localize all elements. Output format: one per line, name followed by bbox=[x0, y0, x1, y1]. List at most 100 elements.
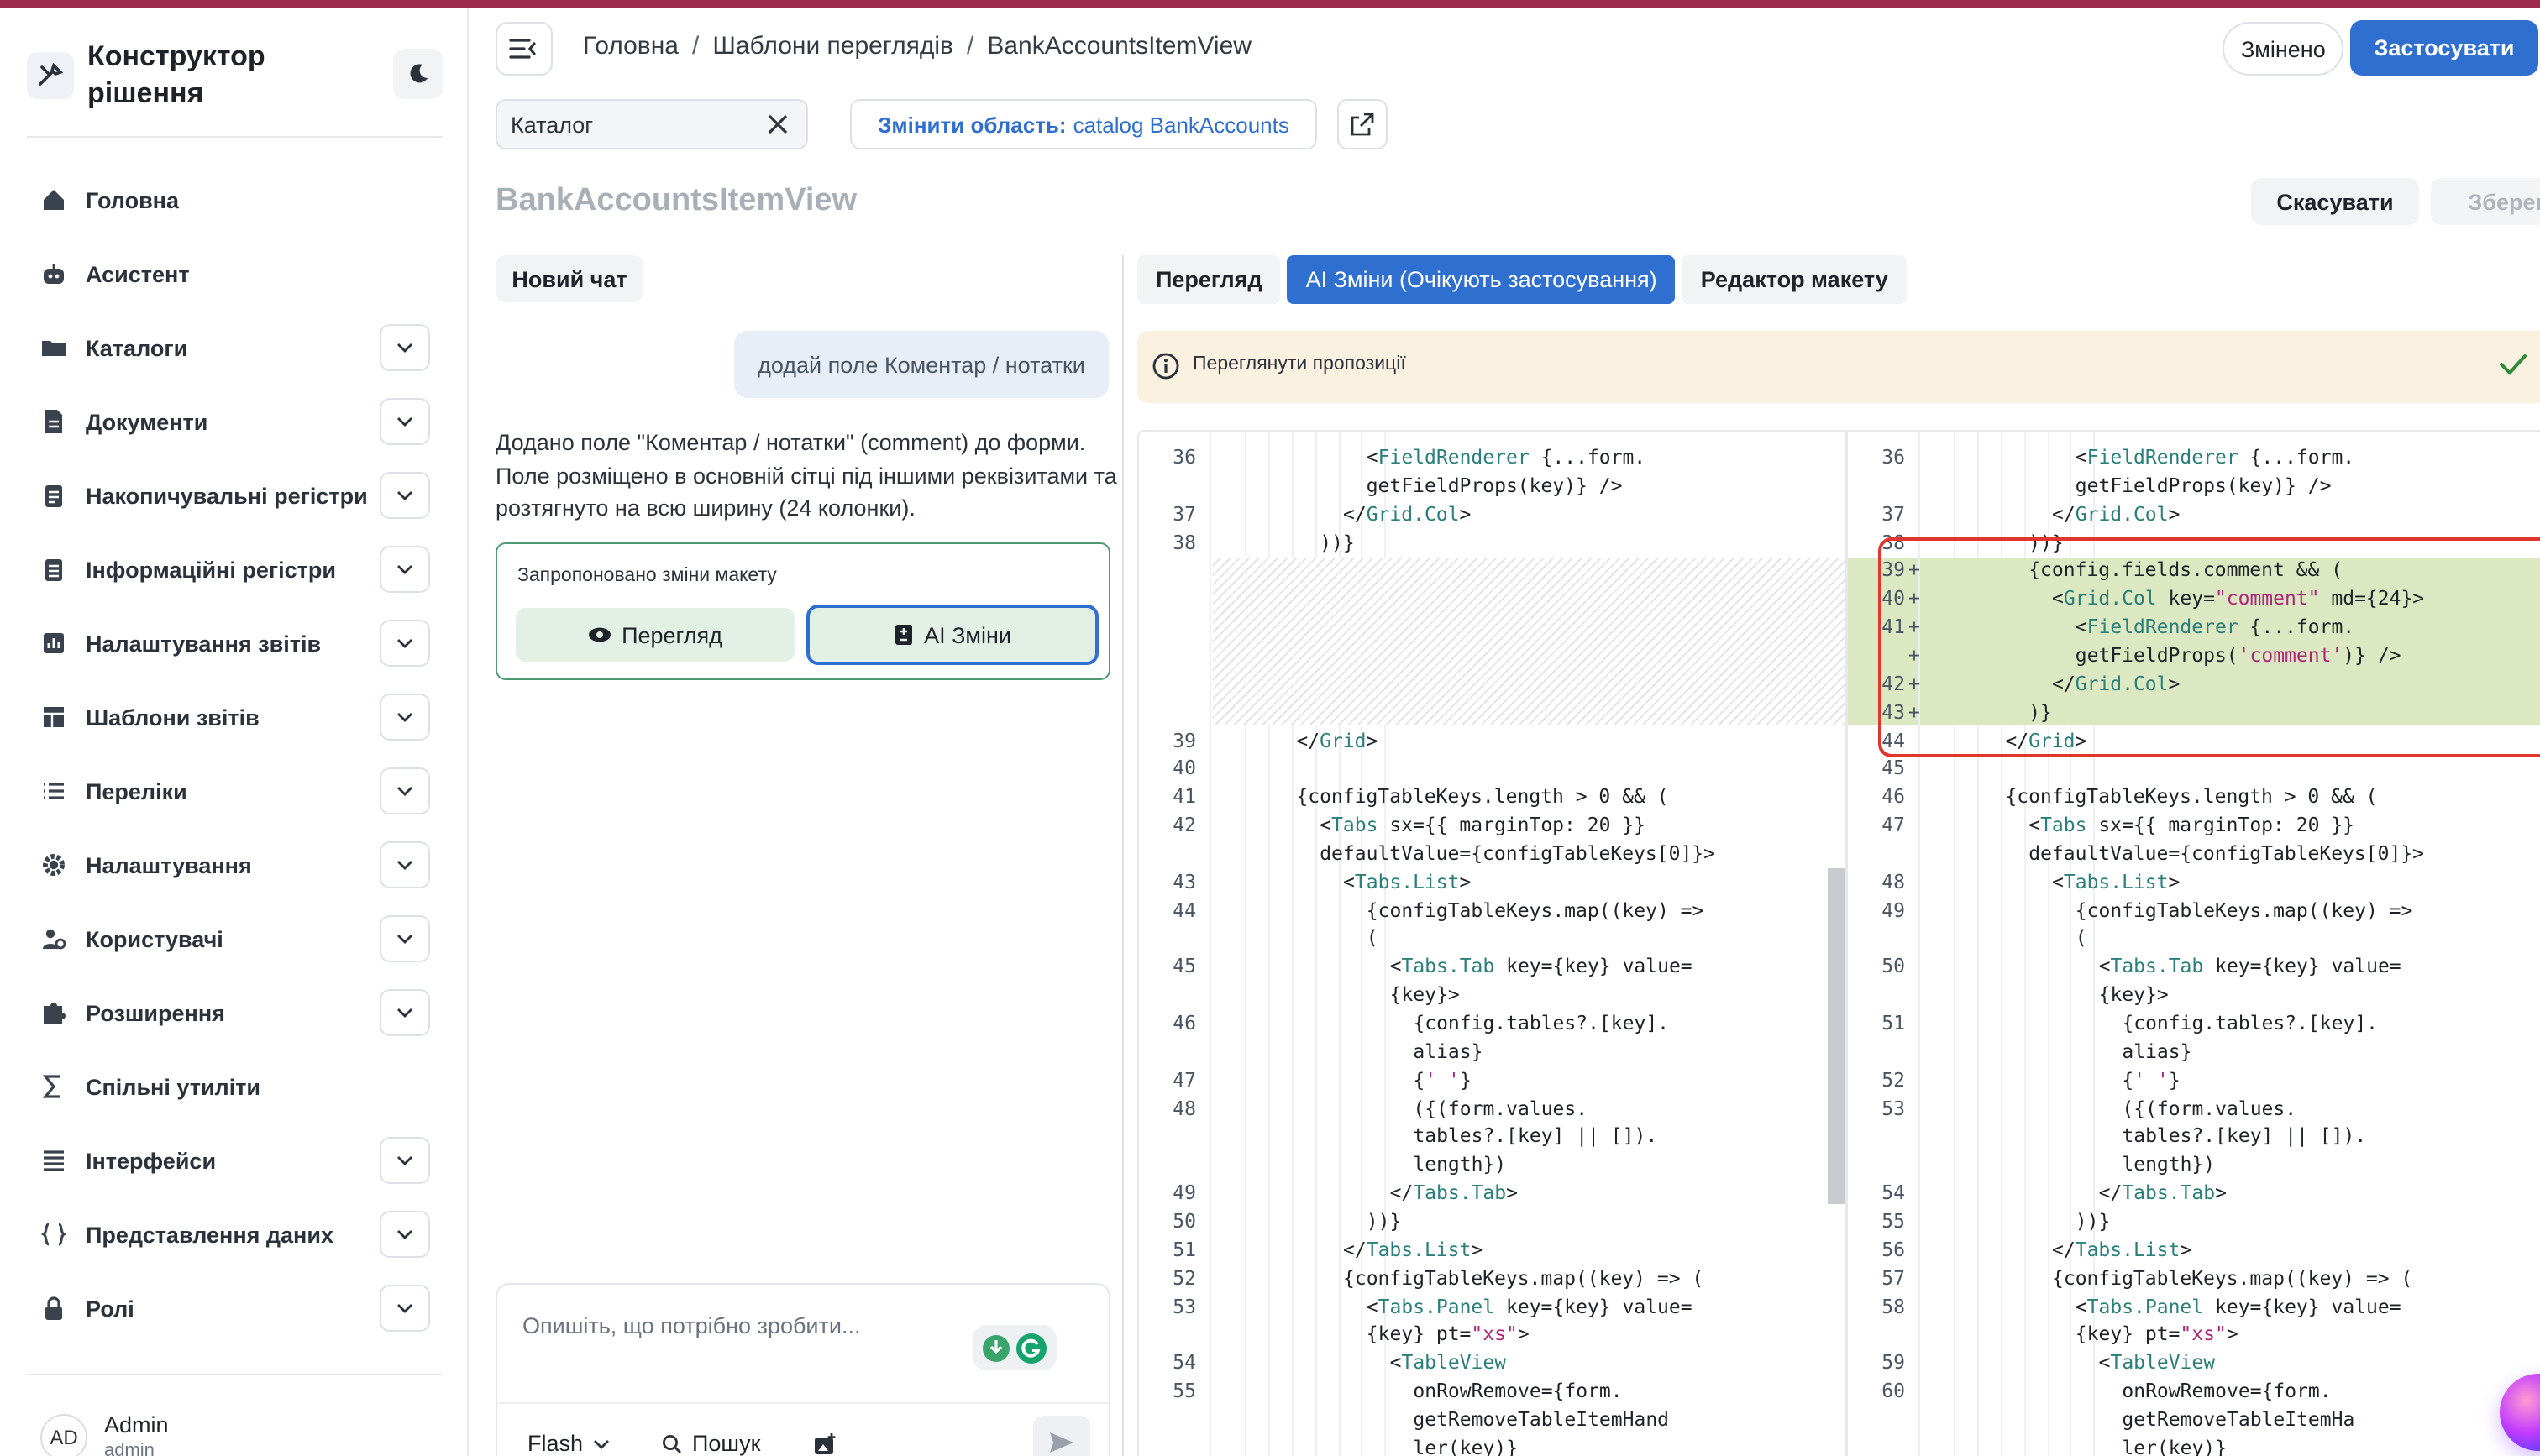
save-button[interactable]: Зберегти bbox=[2431, 178, 2540, 225]
expand-button[interactable] bbox=[380, 841, 430, 888]
code-text: <TableView bbox=[1389, 1350, 1507, 1375]
breadcrumb-separator: / bbox=[967, 32, 974, 60]
close-icon[interactable] bbox=[766, 113, 790, 136]
expand-button[interactable] bbox=[380, 767, 430, 814]
line-number: 53 bbox=[1881, 1096, 1905, 1120]
expand-button[interactable] bbox=[380, 1211, 430, 1258]
model-select[interactable]: Flash bbox=[527, 1431, 610, 1456]
code-line: 49 {configTableKeys.map((key) => bbox=[1848, 896, 2540, 924]
expand-button[interactable] bbox=[380, 1285, 430, 1332]
code-line: ler(key)} bbox=[1139, 1434, 1845, 1456]
register-icon bbox=[40, 482, 67, 509]
sidebar-item-14[interactable]: Представлення даних bbox=[27, 1197, 443, 1271]
apply-button[interactable]: Застосувати bbox=[2350, 20, 2538, 76]
model-select-value: Flash bbox=[527, 1431, 584, 1456]
sidebar-item-12[interactable]: Спільні утиліти bbox=[27, 1050, 443, 1123]
expand-button[interactable] bbox=[380, 398, 430, 445]
proposal-ai-changes-button[interactable]: AI Зміни bbox=[806, 605, 1099, 665]
code-line: 41 {configTableKeys.length > 0 && ( bbox=[1139, 783, 1845, 811]
sidebar-item-13[interactable]: Інтерфейси bbox=[27, 1123, 443, 1197]
sidebar-toggle-button[interactable] bbox=[496, 22, 553, 76]
code-line: getFieldProps(key)} /> bbox=[1848, 472, 2540, 500]
line-number: 36 bbox=[1881, 445, 1905, 469]
proposal-card: Запропоновано зміни макету Перегляд AI З… bbox=[496, 542, 1110, 680]
user-profile[interactable]: AD Admin admin bbox=[40, 1412, 169, 1456]
proposal-view-button[interactable]: Перегляд bbox=[516, 608, 795, 662]
code-text: <Tabs.List> bbox=[2052, 869, 2181, 893]
code-line: tables?.[key] || []). bbox=[1139, 1123, 1845, 1151]
sidebar-item-2[interactable]: Каталоги bbox=[27, 311, 443, 385]
code-line: 49 </Tabs.Tab> bbox=[1139, 1179, 1845, 1207]
check-icon[interactable] bbox=[2498, 351, 2528, 378]
expand-button[interactable] bbox=[380, 989, 430, 1036]
code-text: </Grid> bbox=[1296, 728, 1378, 752]
chevron-down-icon bbox=[397, 1304, 412, 1313]
composer-input[interactable]: Опишіть, що потрібно зробити... bbox=[522, 1313, 860, 1338]
editor-tab-1[interactable]: AI Зміни (Очікують застосування) bbox=[1287, 255, 1676, 304]
editor-tab-0[interactable]: Перегляд bbox=[1137, 255, 1281, 304]
moon-icon bbox=[410, 64, 428, 83]
sidebar-item-4[interactable]: Накопичувальні регістри bbox=[27, 458, 443, 532]
report-template-icon bbox=[40, 704, 67, 731]
sidebar-item-label: Асистент bbox=[86, 261, 190, 286]
expand-button[interactable] bbox=[380, 694, 430, 741]
theme-toggle-button[interactable] bbox=[393, 49, 443, 99]
catalog-select[interactable]: Каталог bbox=[496, 99, 808, 149]
expand-button[interactable] bbox=[380, 620, 430, 667]
change-scope-button[interactable]: Змінити область: catalog BankAccounts bbox=[850, 99, 1317, 149]
code-text: tables?.[key] || []). bbox=[1413, 1123, 1658, 1148]
chevron-down-icon bbox=[397, 935, 412, 944]
search-tool-button[interactable]: Пошук bbox=[662, 1431, 760, 1456]
line-number: 45 bbox=[1173, 954, 1196, 978]
line-number: 49 bbox=[1173, 1181, 1196, 1205]
chat-composer[interactable]: Опишіть, що потрібно зробити... Flash По… bbox=[496, 1283, 1110, 1456]
composer-extensions bbox=[973, 1325, 1057, 1370]
expand-button[interactable] bbox=[380, 324, 430, 371]
sidebar-item-1[interactable]: Асистент bbox=[27, 237, 443, 311]
sidebar-item-15[interactable]: Ролі bbox=[27, 1271, 443, 1345]
sidebar-item-5[interactable]: Інформаційні регістри bbox=[27, 532, 443, 606]
sidebar-item-6[interactable]: Налаштування звітів bbox=[27, 606, 443, 680]
assistant-icon bbox=[40, 260, 67, 287]
diff-original-pane[interactable]: 36 <FieldRenderer {...form. getFieldProps(… bbox=[1139, 432, 1845, 1456]
attach-image-button[interactable] bbox=[813, 1432, 837, 1456]
editor-tab-2[interactable]: Редактор макету bbox=[1682, 255, 1907, 304]
expand-button[interactable] bbox=[380, 915, 430, 962]
line-number: 37 bbox=[1173, 501, 1196, 526]
code-line: 54 <TableView bbox=[1139, 1349, 1845, 1377]
sidebar-item-9[interactable]: Налаштування bbox=[27, 828, 443, 902]
code-text: {configTableKeys.map((key) => ( bbox=[2052, 1265, 2413, 1290]
code-line: ( bbox=[1848, 924, 2540, 953]
code-line: alias} bbox=[1139, 1038, 1845, 1066]
sidebar-item-3[interactable]: Документи bbox=[27, 385, 443, 458]
expand-button[interactable] bbox=[380, 546, 430, 593]
send-button[interactable] bbox=[1033, 1416, 1090, 1456]
grammarly-icon[interactable] bbox=[1015, 1331, 1048, 1364]
sidebar-item-10[interactable]: Користувачі bbox=[27, 902, 443, 976]
code-text: ))} bbox=[1320, 530, 1355, 554]
code-line: getRemoveTableItemHa bbox=[1848, 1406, 2540, 1434]
breadcrumb-view-templates[interactable]: Шаблони переглядів bbox=[712, 32, 953, 60]
line-number: 59 bbox=[1881, 1350, 1905, 1375]
sidebar-item-7[interactable]: Шаблони звітів bbox=[27, 680, 443, 754]
changed-button[interactable]: Змінено bbox=[2222, 22, 2344, 76]
sidebar-item-0[interactable]: Головна bbox=[27, 163, 443, 237]
code-text: getFieldProps(key)} /> bbox=[1366, 473, 1623, 497]
external-link-icon bbox=[1351, 113, 1374, 136]
code-text: defaultValue={configTableKeys[0]}> bbox=[2028, 841, 2424, 865]
bulb-icon[interactable] bbox=[981, 1333, 1011, 1363]
code-text: {key} pt="xs"> bbox=[2075, 1322, 2238, 1346]
sidebar-item-8[interactable]: Переліки bbox=[27, 754, 443, 828]
breadcrumb-home[interactable]: Головна bbox=[583, 32, 679, 60]
code-text: onRowRemove={form. bbox=[2122, 1379, 2332, 1403]
sidebar-nav: Головна Асистент Каталоги Документи Накопичу… bbox=[27, 163, 443, 1345]
open-external-button[interactable] bbox=[1337, 99, 1388, 149]
sidebar-item-11[interactable]: Розширення bbox=[27, 976, 443, 1050]
cancel-button[interactable]: Скасувати bbox=[2251, 178, 2419, 225]
expand-button[interactable] bbox=[380, 1137, 430, 1184]
panel-separator[interactable] bbox=[1122, 255, 1124, 1456]
expand-button[interactable] bbox=[380, 472, 430, 519]
new-chat-button[interactable]: Новий чат bbox=[496, 255, 643, 302]
composer-divider bbox=[497, 1402, 1109, 1404]
